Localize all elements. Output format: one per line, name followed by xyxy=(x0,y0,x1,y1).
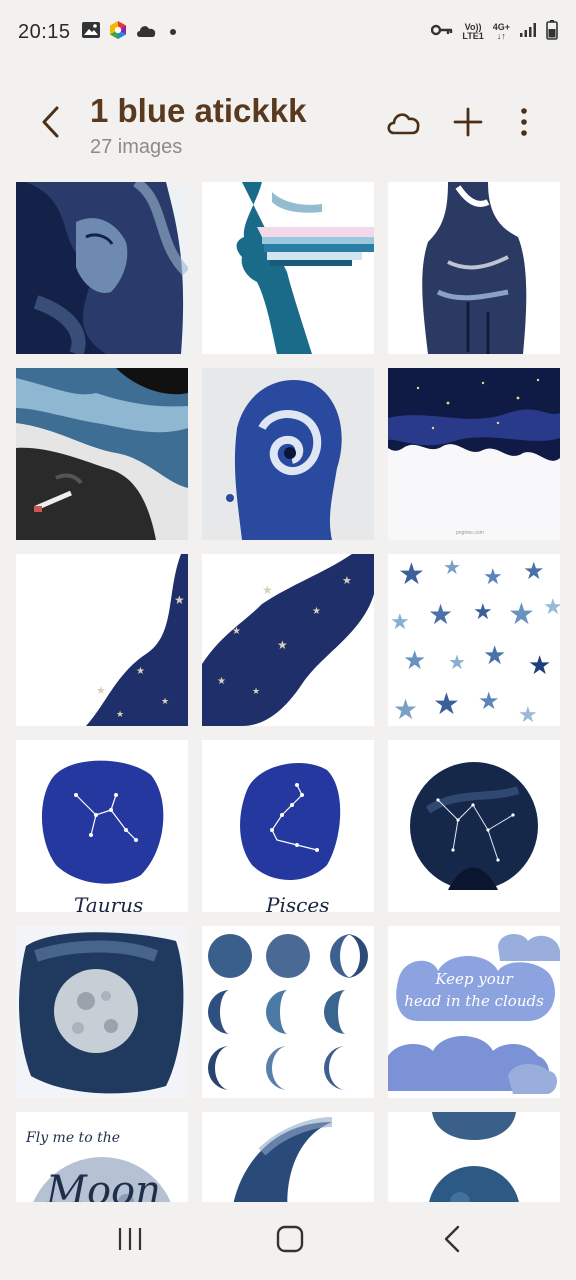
image-thumbnail-full-moon[interactable] xyxy=(16,926,188,1098)
moon-quote-line1: Fly me to the xyxy=(25,1130,120,1146)
image-grid: pngtree.com ★ ★ ★ ★ ★ ★ ★ ★ ★ ★ ★ ★ ★ ★ … xyxy=(16,182,560,1202)
status-bar: 20:15 Vo)) LTE1 4G+ ↓↑ xyxy=(0,0,576,64)
home-button[interactable] xyxy=(260,1218,320,1264)
more-options-icon xyxy=(520,107,528,142)
home-icon xyxy=(276,1225,304,1258)
svg-text:★: ★ xyxy=(433,687,460,722)
cloud-sync-icon xyxy=(385,109,421,140)
add-button[interactable] xyxy=(446,102,490,146)
svg-text:★: ★ xyxy=(232,626,241,637)
system-back-button[interactable] xyxy=(422,1218,482,1264)
image-thumbnail-taurus[interactable]: Taurus xyxy=(16,740,188,912)
svg-text:★: ★ xyxy=(217,676,226,687)
svg-text:★: ★ xyxy=(543,595,560,620)
status-right-icons: Vo)) LTE1 4G+ ↓↑ xyxy=(431,19,558,45)
image-thumbnail-night-sky[interactable]: pngtree.com xyxy=(388,368,560,540)
status-time: 20:15 xyxy=(18,20,71,43)
clouds-quote-line2: head in the clouds xyxy=(404,992,544,1010)
vpn-key-icon xyxy=(431,23,453,42)
image-thumbnail-starry-river-left[interactable]: ★ ★ ★ ★ ★ xyxy=(16,554,188,726)
image-thumbnail-watercolor-face[interactable] xyxy=(16,182,188,354)
svg-text:★: ★ xyxy=(96,684,106,697)
image-thumbnail-glitch-profile[interactable] xyxy=(202,182,374,354)
network-type-block: 4G+ ↓↑ xyxy=(493,23,510,41)
svg-text:★: ★ xyxy=(518,703,538,726)
svg-text:★: ★ xyxy=(390,610,410,635)
svg-text:★: ★ xyxy=(312,606,321,617)
navigation-bar xyxy=(0,1202,576,1280)
image-thumbnail-starry-river[interactable]: ★ ★ ★ ★ ★ ★ ★ xyxy=(202,554,374,726)
image-thumbnail-clouds-quote[interactable]: Keep your head in the clouds xyxy=(388,926,560,1098)
svg-text:★: ★ xyxy=(393,693,418,726)
color-app-icon xyxy=(108,20,128,45)
pisces-label: Pisces xyxy=(265,893,329,912)
image-thumbnail-blue-planets[interactable] xyxy=(388,1112,560,1202)
signal-icon xyxy=(519,22,537,43)
svg-text:★: ★ xyxy=(528,651,551,681)
svg-text:★: ★ xyxy=(478,687,500,715)
svg-text:★: ★ xyxy=(523,557,545,585)
network-lte: LTE1 xyxy=(462,31,484,41)
data-arrows-icon: ↓↑ xyxy=(496,31,506,41)
image-thumbnail-ink-figure[interactable] xyxy=(388,182,560,354)
svg-text:★: ★ xyxy=(136,666,145,677)
image-thumbnail-pisces[interactable]: Pisces xyxy=(202,740,374,912)
svg-text:★: ★ xyxy=(161,697,169,707)
add-icon xyxy=(452,106,484,143)
image-thumbnail-fly-me-moon[interactable]: Fly me to the Moon xyxy=(16,1112,188,1202)
image-thumbnail-torn-ocean[interactable] xyxy=(16,368,188,540)
svg-text:★: ★ xyxy=(443,555,461,579)
status-left-icons xyxy=(81,20,176,45)
svg-text:★: ★ xyxy=(252,687,260,697)
network-status: Vo)) LTE1 xyxy=(462,23,483,41)
image-thumbnail-crescent[interactable] xyxy=(202,1112,374,1202)
dot-icon xyxy=(169,29,176,35)
svg-text:★: ★ xyxy=(483,565,503,590)
svg-text:★: ★ xyxy=(174,593,185,607)
album-header: 1 blue atickkk 27 images xyxy=(0,80,576,170)
image-thumbnail-moon-phases[interactable] xyxy=(202,926,374,1098)
svg-text:★: ★ xyxy=(483,641,506,671)
cloud-sync-button[interactable] xyxy=(381,102,425,146)
image-thumbnail-watercolor-stars[interactable]: ★ ★ ★ ★ ★ ★ ★ ★ ★ ★ ★ ★ ★ ★ ★ ★ ★ xyxy=(388,554,560,726)
battery-icon xyxy=(546,19,558,45)
image-thumbnail-constellation-circle[interactable] xyxy=(388,740,560,912)
recent-apps-button[interactable] xyxy=(100,1218,160,1264)
back-arrow-icon xyxy=(39,105,61,144)
back-button[interactable] xyxy=(30,102,70,146)
moon-quote-line2: Moon xyxy=(45,1168,161,1202)
svg-text:★: ★ xyxy=(277,638,288,652)
image-thumbnail-swirl-head[interactable] xyxy=(202,368,374,540)
cloud-icon xyxy=(135,22,157,43)
svg-text:★: ★ xyxy=(428,598,453,631)
svg-text:★: ★ xyxy=(508,597,535,632)
svg-text:★: ★ xyxy=(398,557,425,592)
svg-text:★: ★ xyxy=(403,646,426,676)
svg-text:★: ★ xyxy=(262,583,273,597)
album-image-count: 27 images xyxy=(90,136,183,158)
taurus-label: Taurus xyxy=(74,893,143,912)
gallery-notification-icon xyxy=(81,21,101,44)
svg-text:★: ★ xyxy=(116,710,124,720)
more-options-button[interactable] xyxy=(502,102,546,146)
album-title: 1 blue atickkk xyxy=(90,92,307,129)
svg-text:★: ★ xyxy=(342,574,352,587)
svg-text:★: ★ xyxy=(473,600,493,625)
clouds-quote-line1: Keep your xyxy=(434,970,513,988)
svg-text:★: ★ xyxy=(448,650,466,674)
recent-apps-icon xyxy=(117,1227,143,1256)
watermark-text: pngtree.com xyxy=(456,530,484,536)
back-icon xyxy=(443,1225,461,1258)
